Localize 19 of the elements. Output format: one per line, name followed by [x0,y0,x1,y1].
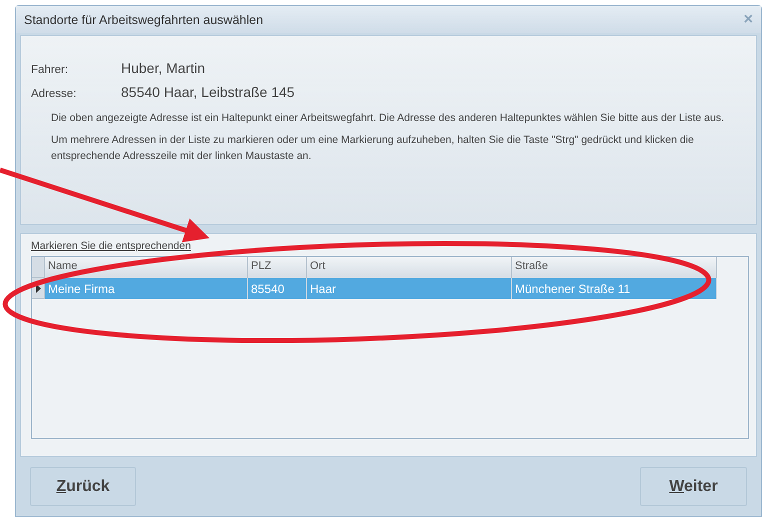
table-cell: Haar [307,278,512,299]
column-header[interactable]: Ort [307,257,512,278]
nav-button[interactable]: Zurück [30,467,136,506]
row-pointer-icon [36,284,40,292]
window-title: Standorte für Arbeitswegfahrten auswählen [24,12,264,26]
field-label: Fahrer: [31,64,70,76]
field-value: 85540 Haar, Leibstraße 145 [121,84,295,100]
table-cell: Münchener Straße 11 [512,278,717,299]
table-cell: Meine Firma [45,278,248,299]
hint-text: Die oben angezeigte Adresse ist ein Haltepunkt einer Arbeitswegfahrt. Die Adresse des anderen Haltepunktes wählen Sie bitte aus der Liste aus. [51,111,725,126]
field-label: Adresse: [31,88,78,100]
column-header[interactable]: Straße [512,257,717,278]
corner-header [32,257,45,278]
field-value: Huber, Martin [121,60,206,76]
list-label: Markieren Sie die entsprechenden [31,240,192,252]
table-cell: 85540 [248,278,307,299]
column-header[interactable]: PLZ [248,257,307,278]
hint-text: Um mehrere Adressen in der Liste zu markieren oder um eine Markierung aufzuheben, halten Sie die Taste "Strg" gedrückt und klicken die entsprechende Adresszeile mit der linken Maustaste an. [51,133,695,164]
nav-button[interactable]: Weiter [640,467,747,506]
